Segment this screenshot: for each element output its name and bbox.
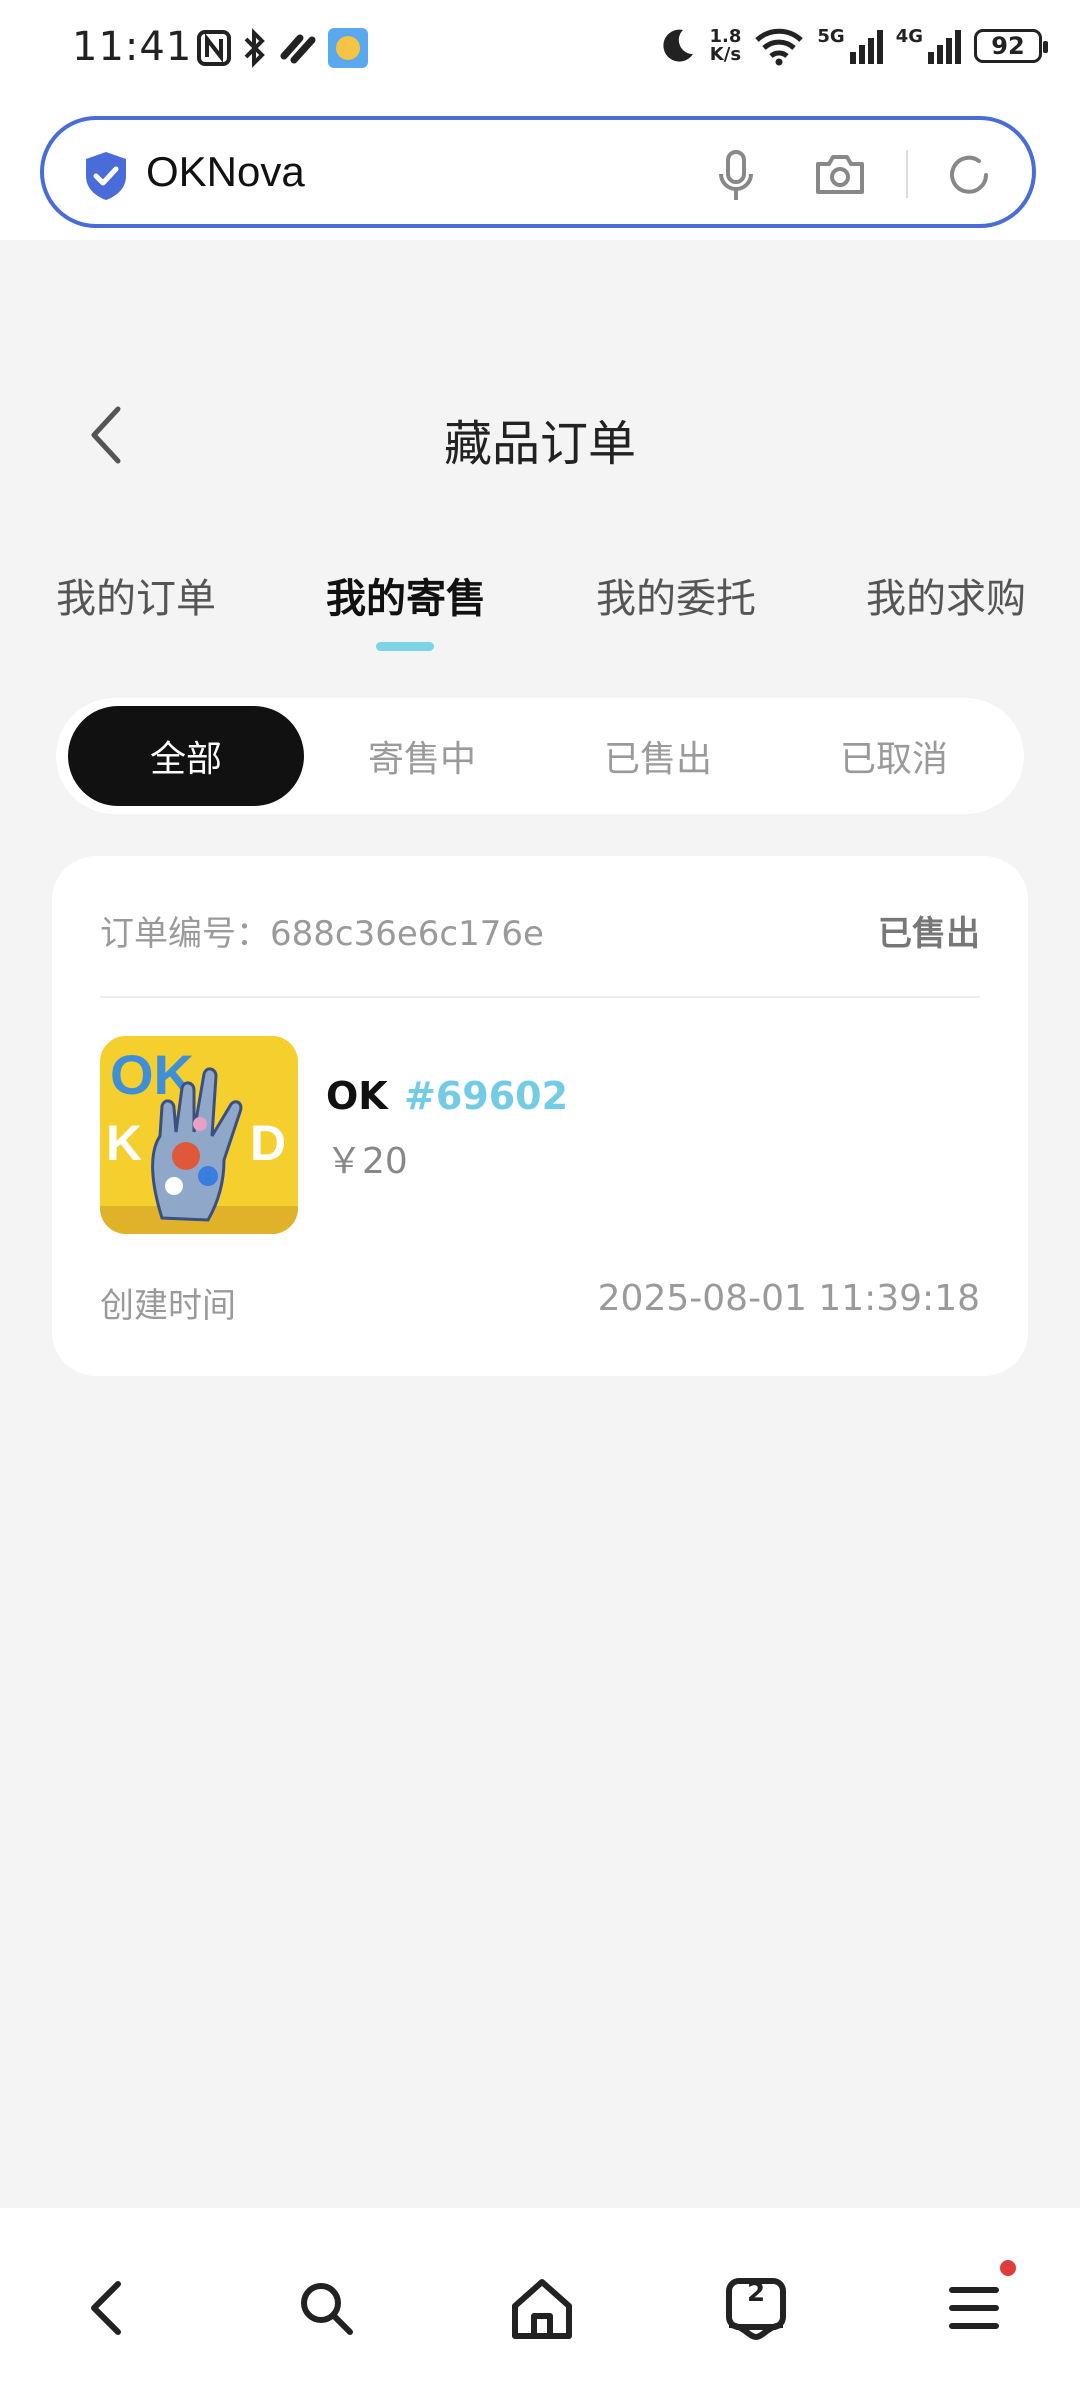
nav-menu-button[interactable] (934, 2268, 1014, 2348)
battery-level: 92 (991, 32, 1025, 60)
order-number: 订单编号：688c36e6c176e (100, 906, 544, 955)
bluetooth-icon (244, 28, 265, 68)
tab-my-orders[interactable]: 我的订单 (56, 566, 216, 624)
nav-tabs-button[interactable]: 2 (716, 2268, 796, 2348)
filter-all[interactable]: 全部 (68, 706, 304, 806)
nav-search-button[interactable] (286, 2268, 366, 2348)
browser-toolbar: OKNova (0, 104, 1080, 240)
item-token-id: #69602 (404, 1074, 569, 1118)
signal-icon (928, 30, 961, 64)
item-name: OK (326, 1074, 388, 1118)
order-card[interactable]: 订单编号：688c36e6c176e 已售出 OK K D OK #69602 … (52, 856, 1028, 1376)
filter-cancelled[interactable]: 已取消 (776, 706, 1012, 806)
menu-icon (949, 2287, 999, 2329)
svg-text:K: K (106, 1115, 142, 1171)
browser-bottom-nav: 2 (0, 2208, 1080, 2400)
filter-on-sale[interactable]: 寄售中 (304, 706, 540, 806)
status-icons-left (196, 28, 368, 68)
status-time: 11:41 (72, 24, 193, 70)
battery-icon: 92 (974, 29, 1048, 63)
address-text[interactable]: OKNova (146, 148, 305, 196)
net-speed: 1.8 K/s (709, 26, 742, 65)
created-time-label: 创建时间 (100, 1286, 236, 1326)
card-divider (100, 996, 980, 998)
active-tab-indicator (376, 642, 434, 651)
notification-dot (1000, 2260, 1016, 2276)
moon-icon (663, 29, 694, 62)
svg-text:D: D (250, 1115, 286, 1171)
created-time-value: 2025-08-01 11:39:18 (597, 1278, 980, 1319)
back-icon (91, 2281, 121, 2335)
order-tabs: 我的订单 我的寄售 我的委托 我的求购 (0, 566, 1080, 636)
shield-icon (86, 152, 126, 200)
filter-sold[interactable]: 已售出 (540, 706, 776, 806)
order-number-value: 688c36e6c176e (270, 914, 544, 954)
hand-artwork-image: OK K D (100, 1036, 298, 1234)
search-icon (301, 2283, 353, 2335)
camera-icon[interactable] (814, 152, 866, 196)
wifi-icon (755, 28, 804, 66)
signal-icon (849, 30, 883, 64)
order-status: 已售出 (878, 914, 980, 954)
tab-my-entrusted[interactable]: 我的委托 (596, 566, 756, 624)
order-number-label: 订单编号： (100, 914, 270, 954)
signal-5g: 5G (817, 28, 883, 64)
weather-icon (328, 28, 368, 68)
link-icon (280, 34, 316, 64)
status-filter-bar: 全部 寄售中 已售出 已取消 (56, 698, 1024, 814)
status-bar: 11:41 1.8 K/s 5G 4G 92 (0, 0, 1080, 104)
tab-my-consignment[interactable]: 我的寄售 (326, 566, 486, 624)
home-icon (512, 2279, 572, 2339)
status-icons-right: 1.8 K/s 5G 4G 92 (657, 26, 1048, 66)
address-bar[interactable]: OKNova (40, 116, 1036, 228)
item-price: ￥20 (326, 1141, 408, 1182)
tab-my-wanted[interactable]: 我的求购 (866, 566, 1026, 624)
tab-count: 2 (746, 2278, 766, 2308)
mic-icon[interactable] (716, 148, 756, 204)
address-divider (906, 150, 908, 198)
page-title: 藏品订单 (443, 416, 636, 472)
nav-back-button[interactable] (66, 2268, 146, 2348)
nav-home-button[interactable] (502, 2268, 582, 2348)
reload-icon[interactable] (946, 152, 992, 198)
item-thumbnail[interactable]: OK K D (100, 1036, 298, 1234)
nfc-icon (197, 30, 231, 66)
signal-4g: 4G (896, 28, 962, 64)
